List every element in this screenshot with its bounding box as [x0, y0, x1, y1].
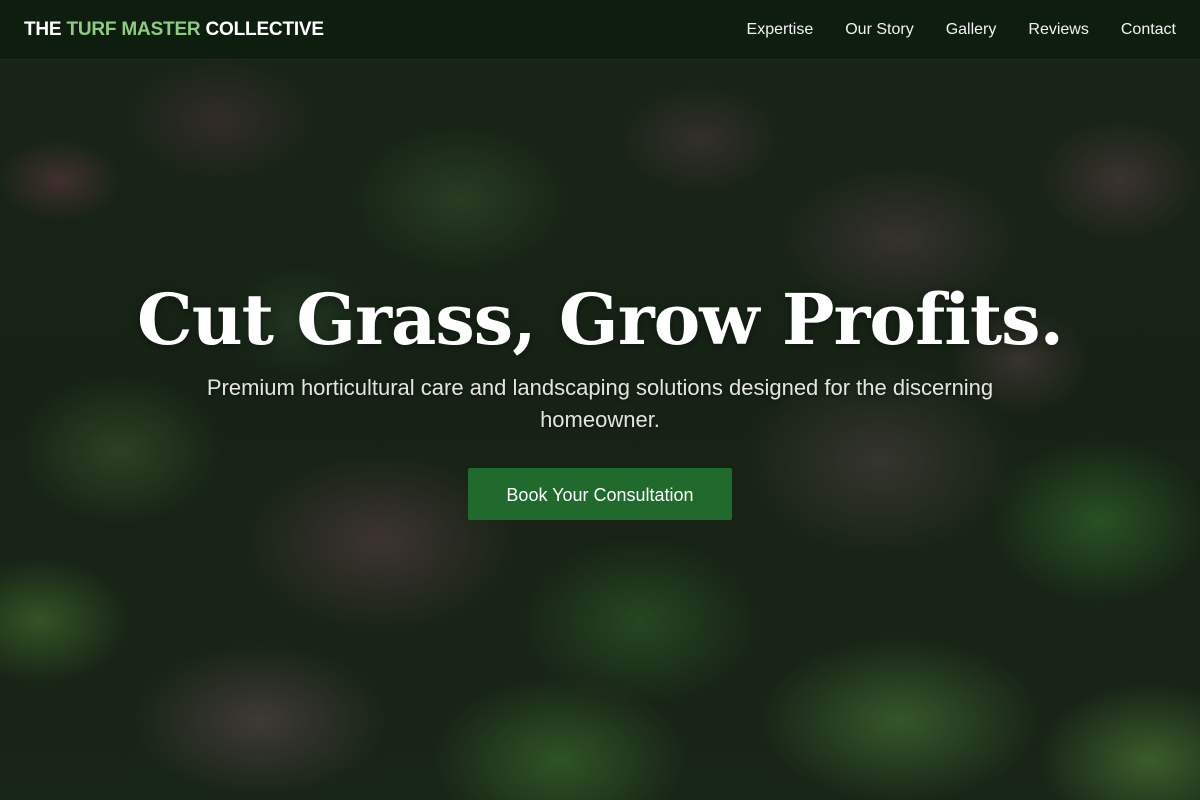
nav-link-reviews[interactable]: Reviews: [1028, 21, 1088, 39]
book-consultation-button[interactable]: Book Your Consultation: [468, 468, 732, 520]
brand-logo[interactable]: THE TURF MASTER COLLECTIVE: [24, 19, 324, 41]
brand-text-part1: THE: [24, 18, 67, 40]
nav-link-our-story[interactable]: Our Story: [845, 21, 913, 39]
main-nav: Expertise Our Story Gallery Reviews Cont…: [747, 21, 1176, 39]
hero-title: Cut Grass, Grow Profits.: [137, 278, 1064, 361]
nav-link-contact[interactable]: Contact: [1121, 21, 1176, 39]
brand-text-part3: COLLECTIVE: [200, 18, 325, 40]
hero-section: Cut Grass, Grow Profits. Premium horticu…: [0, 278, 1200, 520]
nav-link-gallery[interactable]: Gallery: [946, 21, 997, 39]
brand-text-accent: TURF MASTER: [66, 18, 201, 40]
nav-link-expertise[interactable]: Expertise: [747, 21, 814, 39]
landing-page: THE TURF MASTER COLLECTIVE Expertise Our…: [0, 0, 1200, 800]
site-header: THE TURF MASTER COLLECTIVE Expertise Our…: [0, 0, 1200, 60]
hero-subtitle: Premium horticultural care and landscapi…: [206, 375, 994, 432]
